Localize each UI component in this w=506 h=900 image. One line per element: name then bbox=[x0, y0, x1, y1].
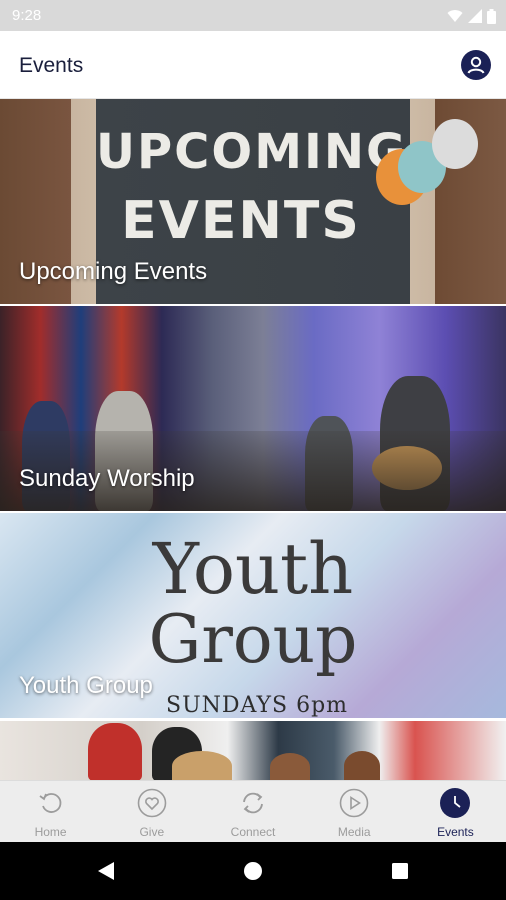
history-icon bbox=[36, 788, 66, 818]
nav-item-connect[interactable]: Connect bbox=[202, 781, 303, 842]
event-title: Youth Group bbox=[19, 672, 153, 699]
event-image-subtext: SUNDAYS 6pm bbox=[166, 693, 349, 718]
event-image-text: UPCOMING bbox=[96, 124, 408, 180]
event-card-youth-group[interactable]: Youth Group SUNDAYS 6pm Youth Group bbox=[0, 513, 506, 718]
nav-label: Connect bbox=[230, 825, 276, 839]
refresh-icon bbox=[238, 788, 268, 818]
kid-figure bbox=[172, 751, 232, 780]
status-time: 9:28 bbox=[12, 7, 42, 24]
event-card-sunday-worship[interactable]: Sunday Worship bbox=[0, 306, 506, 511]
overview-icon[interactable] bbox=[390, 861, 410, 881]
play-icon bbox=[339, 788, 369, 818]
status-bar: 9:28 bbox=[0, 0, 506, 31]
app-bar: Events bbox=[0, 31, 506, 99]
wifi-icon bbox=[447, 10, 463, 22]
signal-icon bbox=[468, 9, 482, 23]
clock-icon bbox=[440, 788, 471, 818]
event-title: Upcoming Events bbox=[19, 258, 208, 285]
bottom-nav: Home Give Connect Media Events bbox=[0, 780, 506, 842]
event-card-upcoming-events[interactable]: UPCOMING EVENTS Upcoming Events bbox=[0, 99, 506, 304]
nav-item-home[interactable]: Home bbox=[0, 781, 101, 842]
kid-figure bbox=[88, 723, 142, 780]
event-title: Sunday Worship bbox=[19, 465, 195, 492]
nav-item-events[interactable]: Events bbox=[405, 781, 506, 842]
event-image-text: Group bbox=[148, 601, 358, 678]
nav-item-give[interactable]: Give bbox=[101, 781, 202, 842]
balloon-decoration bbox=[432, 119, 478, 169]
profile-button[interactable] bbox=[461, 50, 491, 80]
nav-label: Give bbox=[139, 825, 165, 839]
nav-item-media[interactable]: Media bbox=[304, 781, 405, 842]
heart-icon bbox=[137, 788, 167, 818]
event-card-kids[interactable] bbox=[0, 721, 506, 780]
back-icon[interactable] bbox=[96, 861, 116, 881]
event-image-text: EVENTS bbox=[121, 191, 361, 251]
nav-label: Events bbox=[437, 825, 474, 839]
kid-figure bbox=[270, 753, 310, 780]
page-title: Events bbox=[19, 54, 84, 77]
system-nav-bar bbox=[0, 842, 506, 900]
nav-label: Media bbox=[337, 825, 371, 839]
battery-icon bbox=[487, 8, 496, 24]
events-list: UPCOMING EVENTS Upcoming Events Sunday W… bbox=[0, 99, 506, 780]
kid-figure bbox=[344, 751, 380, 780]
home-icon[interactable] bbox=[243, 861, 263, 881]
nav-label: Home bbox=[34, 825, 67, 839]
account-circle-icon bbox=[467, 56, 485, 74]
status-icons bbox=[447, 8, 496, 24]
event-image-text: Youth bbox=[152, 528, 354, 610]
